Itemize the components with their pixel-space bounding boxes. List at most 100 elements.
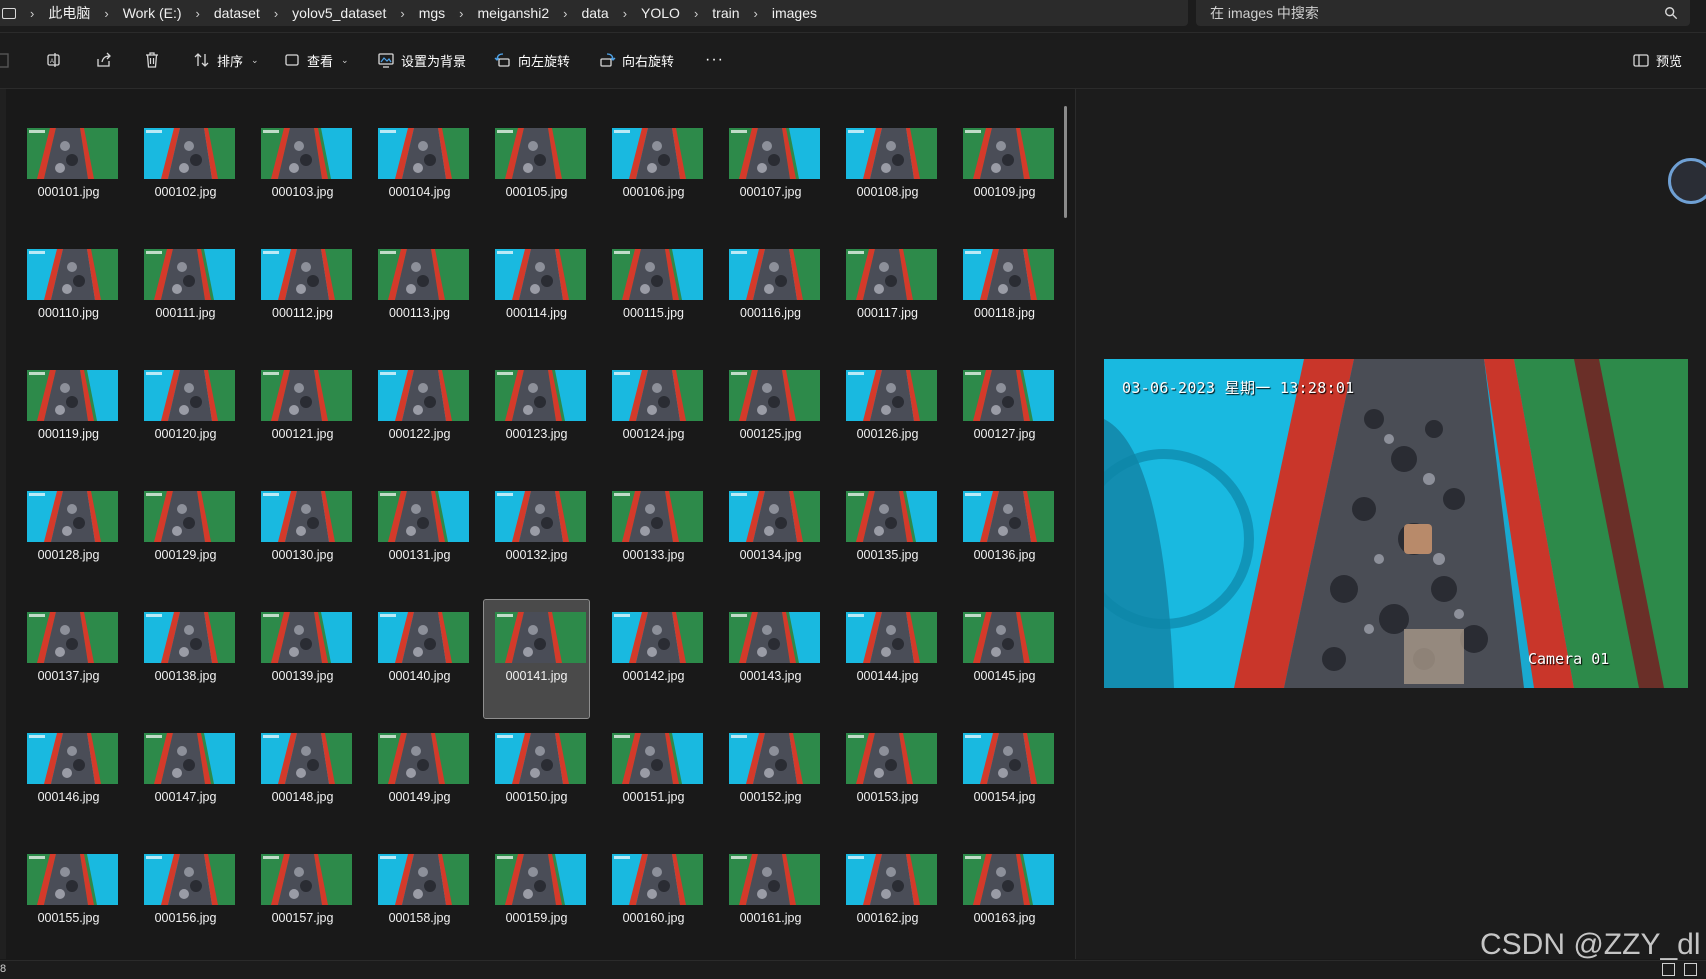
file-tile[interactable]: 000140.jpg [367, 600, 472, 718]
breadcrumb-separator-icon[interactable]: › [694, 6, 698, 21]
file-tile[interactable]: 000143.jpg [718, 600, 823, 718]
search-icon[interactable] [1664, 6, 1678, 20]
breadcrumb-item[interactable]: yolov5_dataset [292, 5, 386, 21]
breadcrumb-item[interactable]: Work (E:) [123, 5, 182, 21]
file-tile[interactable]: 000110.jpg [16, 237, 121, 355]
file-tile[interactable]: 000121.jpg [250, 358, 355, 476]
breadcrumb-separator-icon[interactable]: › [274, 6, 278, 21]
file-tile[interactable]: 000133.jpg [601, 479, 706, 597]
breadcrumb-separator-icon[interactable]: › [104, 6, 108, 21]
file-tile[interactable]: 000142.jpg [601, 600, 706, 718]
breadcrumb-item[interactable]: data [581, 5, 608, 21]
breadcrumb-item[interactable]: YOLO [641, 5, 680, 21]
file-tile[interactable]: 000134.jpg [718, 479, 823, 597]
breadcrumb-separator-icon[interactable]: › [623, 6, 627, 21]
file-tile[interactable]: 000105.jpg [484, 116, 589, 234]
file-tile[interactable]: 000154.jpg [952, 721, 1057, 839]
file-tile[interactable]: 000124.jpg [601, 358, 706, 476]
file-tile[interactable]: 000148.jpg [250, 721, 355, 839]
file-tile[interactable]: 000130.jpg [250, 479, 355, 597]
file-tile[interactable]: 000108.jpg [835, 116, 940, 234]
tiles-view-icon[interactable] [1684, 963, 1697, 976]
breadcrumb-item[interactable]: dataset [214, 5, 260, 21]
file-tile[interactable]: 000114.jpg [484, 237, 589, 355]
breadcrumb-separator-icon[interactable]: › [459, 6, 463, 21]
breadcrumb-separator-icon[interactable]: › [754, 6, 758, 21]
file-tile[interactable]: 000155.jpg [16, 842, 121, 960]
file-tile[interactable]: 000104.jpg [367, 116, 472, 234]
search-input[interactable]: 在 images 中搜索 [1210, 3, 1664, 23]
file-tile[interactable]: 000146.jpg [16, 721, 121, 839]
file-tile[interactable]: 000141.jpg [483, 599, 590, 719]
more-options-button[interactable]: ··· [705, 47, 724, 73]
file-tile[interactable]: 000116.jpg [718, 237, 823, 355]
breadcrumb-item[interactable]: meiganshi2 [478, 5, 550, 21]
file-tile[interactable]: 000109.jpg [952, 116, 1057, 234]
vertical-scrollbar[interactable] [1064, 106, 1067, 218]
file-tile[interactable]: 000147.jpg [133, 721, 238, 839]
preview-pane-button[interactable]: 预览 [1632, 47, 1682, 73]
file-tile[interactable]: 000160.jpg [601, 842, 706, 960]
file-tile[interactable]: 000120.jpg [133, 358, 238, 476]
file-tile[interactable]: 000163.jpg [952, 842, 1057, 960]
rename-button[interactable]: A [46, 47, 64, 73]
file-tile[interactable]: 000153.jpg [835, 721, 940, 839]
file-tile[interactable]: 000101.jpg [16, 116, 121, 234]
file-tile[interactable]: 000117.jpg [835, 237, 940, 355]
file-tile[interactable]: 000122.jpg [367, 358, 472, 476]
set-background-button[interactable]: 设置为背景 [377, 47, 466, 73]
file-tile[interactable]: 000113.jpg [367, 237, 472, 355]
file-tile[interactable]: 000107.jpg [718, 116, 823, 234]
file-tile[interactable]: 000137.jpg [16, 600, 121, 718]
file-tile[interactable]: 000111.jpg [133, 237, 238, 355]
file-tile[interactable]: 000126.jpg [835, 358, 940, 476]
search-box[interactable]: 在 images 中搜索 [1196, 0, 1690, 26]
breadcrumb-item[interactable]: train [712, 5, 739, 21]
sort-button[interactable]: 排序 ⌄ [193, 47, 259, 73]
file-tile[interactable]: 000157.jpg [250, 842, 355, 960]
paste-button[interactable] [0, 47, 18, 73]
file-tile[interactable]: 000106.jpg [601, 116, 706, 234]
file-tile[interactable]: 000125.jpg [718, 358, 823, 476]
file-tile[interactable]: 000144.jpg [835, 600, 940, 718]
computer-icon[interactable] [2, 7, 16, 19]
share-button[interactable] [95, 47, 113, 73]
file-tile[interactable]: 000156.jpg [133, 842, 238, 960]
file-tile[interactable]: 000102.jpg [133, 116, 238, 234]
file-tile[interactable]: 000112.jpg [250, 237, 355, 355]
file-tile[interactable]: 000159.jpg [484, 842, 589, 960]
file-tile[interactable]: 000152.jpg [718, 721, 823, 839]
breadcrumb[interactable]: › 此电脑 › Work (E:) › dataset › yolov5_dataset › mg… [0, 0, 1188, 26]
file-tile[interactable]: 000149.jpg [367, 721, 472, 839]
file-tile[interactable]: 000151.jpg [601, 721, 706, 839]
file-tile[interactable]: 000136.jpg [952, 479, 1057, 597]
file-tile[interactable]: 000127.jpg [952, 358, 1057, 476]
floating-assistant-button[interactable] [1668, 158, 1706, 204]
delete-button[interactable] [143, 47, 161, 73]
file-tile[interactable]: 000115.jpg [601, 237, 706, 355]
file-tile[interactable]: 000118.jpg [952, 237, 1057, 355]
file-tile[interactable]: 000158.jpg [367, 842, 472, 960]
file-tile[interactable]: 000123.jpg [484, 358, 589, 476]
rotate-left-button[interactable]: 向左旋转 [494, 47, 570, 73]
breadcrumb-separator-icon[interactable]: › [563, 6, 567, 21]
file-tile[interactable]: 000103.jpg [250, 116, 355, 234]
file-tile[interactable]: 000150.jpg [484, 721, 589, 839]
view-button[interactable]: 查看 ⌄ [283, 47, 349, 73]
breadcrumb-item[interactable]: images [772, 5, 817, 21]
file-tile[interactable]: 000119.jpg [16, 358, 121, 476]
file-tile[interactable]: 000162.jpg [835, 842, 940, 960]
file-tile[interactable]: 000145.jpg [952, 600, 1057, 718]
breadcrumb-separator-icon[interactable]: › [30, 6, 34, 21]
breadcrumb-item[interactable]: mgs [419, 5, 445, 21]
details-view-icon[interactable] [1662, 963, 1675, 976]
file-tile[interactable]: 000139.jpg [250, 600, 355, 718]
breadcrumb-item[interactable]: 此电脑 [48, 3, 90, 23]
file-tile[interactable]: 000132.jpg [484, 479, 589, 597]
file-tile[interactable]: 000161.jpg [718, 842, 823, 960]
rotate-right-button[interactable]: 向右旋转 [598, 47, 674, 73]
file-tile[interactable]: 000128.jpg [16, 479, 121, 597]
breadcrumb-separator-icon[interactable]: › [400, 6, 404, 21]
file-tile[interactable]: 000131.jpg [367, 479, 472, 597]
breadcrumb-separator-icon[interactable]: › [196, 6, 200, 21]
